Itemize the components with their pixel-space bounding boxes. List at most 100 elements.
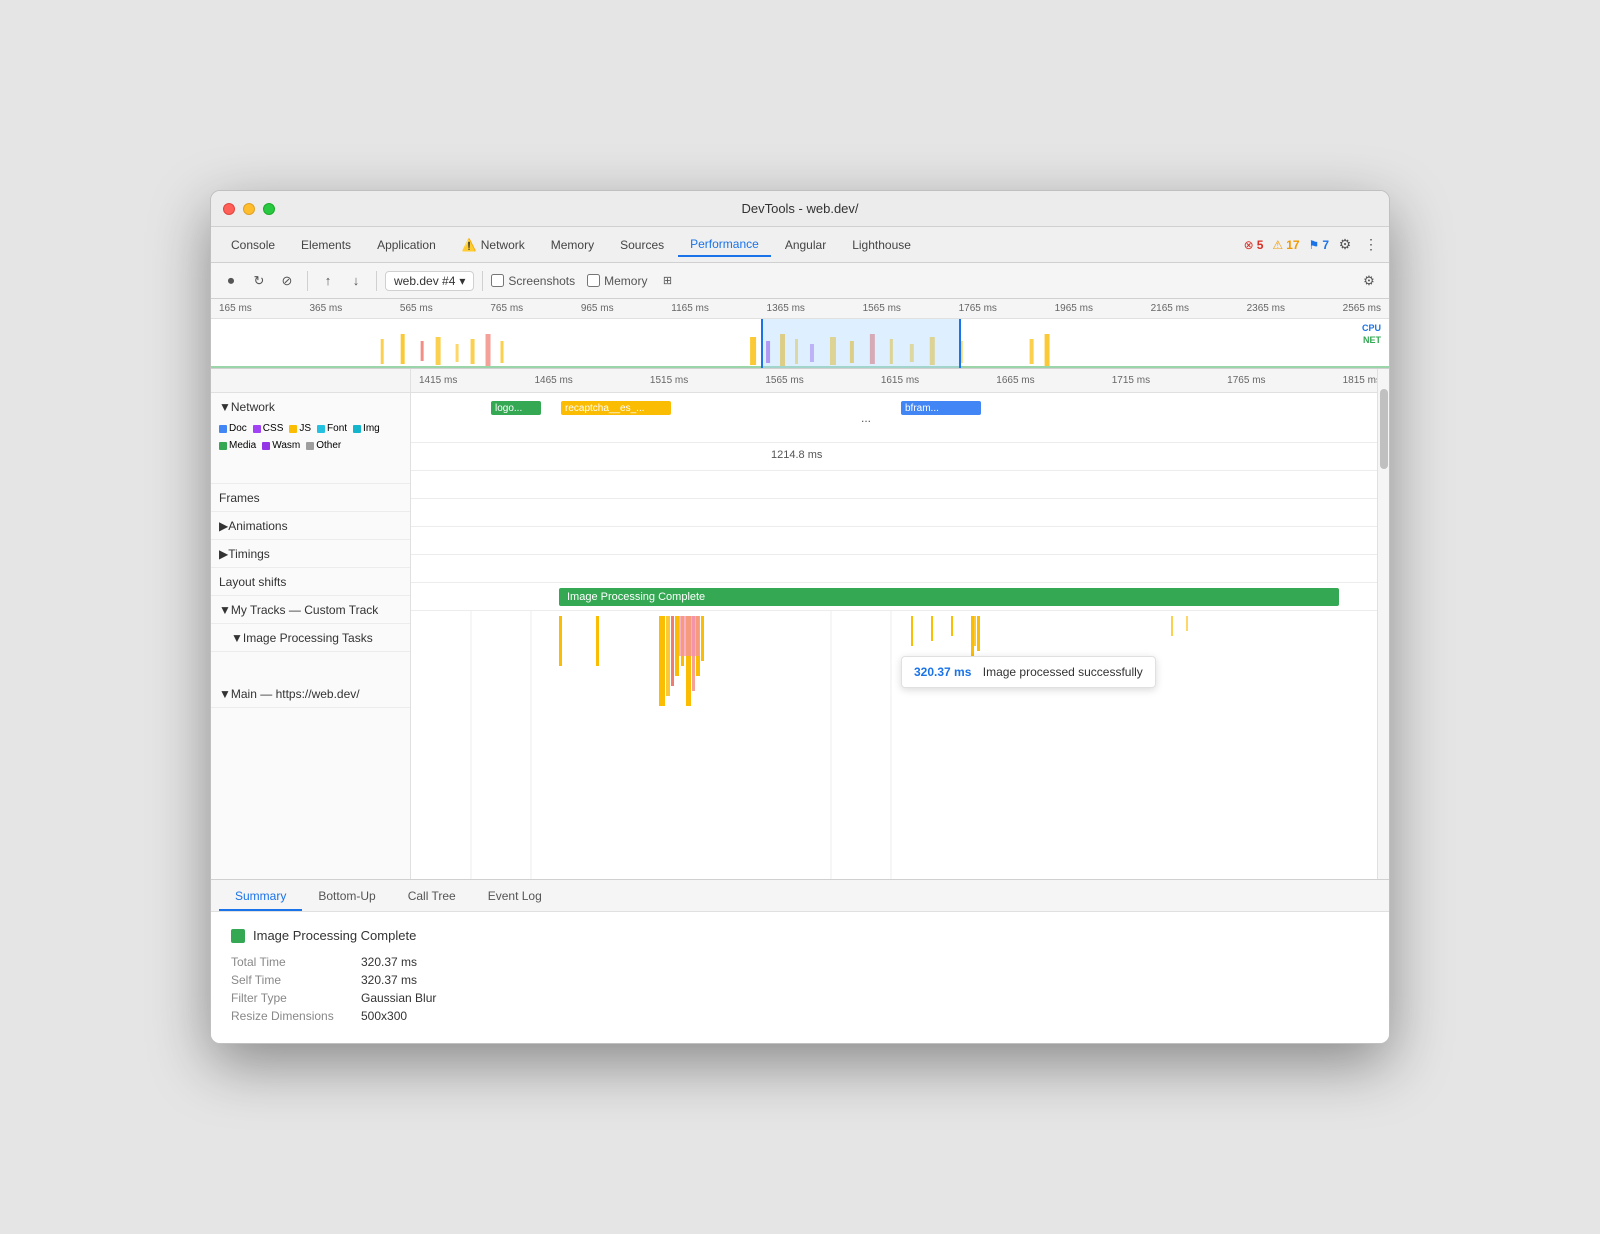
cpu-label: CPU xyxy=(1362,323,1381,333)
ruler-mark-1: 365 ms xyxy=(309,303,342,314)
font-dot xyxy=(317,425,325,433)
memory-checkbox-label[interactable]: Memory xyxy=(587,274,647,288)
ruler-mark-7: 1565 ms xyxy=(863,303,901,314)
profile-label: web.dev #4 xyxy=(394,274,455,288)
devtools-window: DevTools - web.dev/ Console Elements App… xyxy=(210,190,1390,1044)
tab-performance[interactable]: Performance xyxy=(678,233,771,257)
left-panel: ▼ Network Doc CSS JS xyxy=(211,369,411,879)
network-bars-row: logo... recaptcha__es_... bfram... ... xyxy=(411,393,1389,443)
close-button[interactable] xyxy=(223,203,235,215)
clear-button[interactable]: ⊘ xyxy=(275,269,299,293)
my-tracks-label: My Tracks — Custom Track xyxy=(231,603,378,617)
timings-timeline-row xyxy=(411,499,1389,527)
scrollbar[interactable] xyxy=(1377,369,1389,879)
image-processing-tasks-row[interactable]: ▼ Image Processing Tasks xyxy=(211,624,410,652)
css-label: CSS xyxy=(263,423,284,434)
network-expand-icon: ▼ xyxy=(219,400,231,414)
legend-media: Media xyxy=(219,440,256,451)
js-label: JS xyxy=(299,423,311,434)
toolbar-settings-icon[interactable]: ⚙ xyxy=(1357,269,1381,293)
img-proc-bar-spacer xyxy=(211,652,410,680)
resize-dimensions-value: 500x300 xyxy=(361,1009,407,1023)
tab-console[interactable]: Console xyxy=(219,234,287,256)
more-options-icon[interactable]: ⋮ xyxy=(1361,235,1381,255)
summary-color-indicator xyxy=(231,929,245,943)
legend-wasm: Wasm xyxy=(262,440,300,451)
maximize-button[interactable] xyxy=(263,203,275,215)
animations-row[interactable]: ▶ Animations xyxy=(211,512,410,540)
toolbar-divider-3 xyxy=(482,271,483,291)
memory-icon[interactable]: ⊞ xyxy=(655,269,679,293)
timeline-overview[interactable]: 165 ms 365 ms 565 ms 765 ms 965 ms 1165 … xyxy=(211,299,1389,369)
detail-mark-7: 1765 ms xyxy=(1227,375,1265,386)
tab-summary[interactable]: Summary xyxy=(219,883,302,911)
legend-font: Font xyxy=(317,423,347,434)
profile-selector[interactable]: web.dev #4 ▾ xyxy=(385,271,474,291)
upload-button[interactable]: ↑ xyxy=(316,269,340,293)
screenshots-label: Screenshots xyxy=(508,274,575,288)
doc-label: Doc xyxy=(229,423,247,434)
error-count: 5 xyxy=(1257,238,1264,252)
detail-mark-2: 1515 ms xyxy=(650,375,688,386)
record-button[interactable]: ⏺ xyxy=(219,269,243,293)
img-dot xyxy=(353,425,361,433)
main-row[interactable]: ▼ Main — https://web.dev/ xyxy=(211,680,410,708)
info-count: 7 xyxy=(1322,238,1329,252)
network-header[interactable]: ▼ Network xyxy=(211,393,410,421)
warning-count: 17 xyxy=(1286,238,1299,252)
tab-bar: Console Elements Application ⚠️ Network … xyxy=(211,227,1389,263)
tab-bottom-up[interactable]: Bottom-Up xyxy=(302,883,391,911)
overview-graph[interactable]: CPU NET xyxy=(211,319,1389,369)
right-panel: 1415 ms 1465 ms 1515 ms 1565 ms 1615 ms … xyxy=(411,369,1389,879)
reload-profile-button[interactable]: ↻ xyxy=(247,269,271,293)
image-processing-bar[interactable]: Image Processing Complete xyxy=(559,588,1339,606)
screenshots-checkbox-label[interactable]: Screenshots xyxy=(491,274,575,288)
network-legend: Doc CSS JS Font xyxy=(211,421,410,453)
error-badge: ⊗ 5 ⚠ 17 ⚑ 7 xyxy=(1244,238,1329,252)
download-button[interactable]: ↓ xyxy=(344,269,368,293)
tab-application[interactable]: Application xyxy=(365,234,448,256)
minimize-button[interactable] xyxy=(243,203,255,215)
ruler-mark-3: 765 ms xyxy=(490,303,523,314)
toolbar-divider-2 xyxy=(376,271,377,291)
net-bar-bframe-label: bfram... xyxy=(905,403,939,414)
tab-call-tree[interactable]: Call Tree xyxy=(392,883,472,911)
frames-value: 1214.8 ms xyxy=(771,449,822,461)
legend-other: Other xyxy=(306,440,341,451)
tab-network[interactable]: ⚠️ Network xyxy=(450,234,537,256)
frames-row[interactable]: Frames xyxy=(211,484,410,512)
detail-mark-4: 1615 ms xyxy=(881,375,919,386)
resize-dimensions-label: Resize Dimensions xyxy=(231,1009,361,1023)
screenshots-checkbox[interactable] xyxy=(491,274,504,287)
image-proc-tasks-timeline-row: Image Processing Complete xyxy=(411,583,1389,611)
tab-angular[interactable]: Angular xyxy=(773,234,838,256)
main-flame-chart[interactable]: 320.37 ms Image processed successfully xyxy=(411,611,1389,879)
doc-dot xyxy=(219,425,227,433)
window-title: DevTools - web.dev/ xyxy=(741,201,858,216)
my-tracks-expand-icon: ▼ xyxy=(219,603,231,617)
settings-gear-icon[interactable]: ⚙ xyxy=(1335,235,1355,255)
layout-shifts-row[interactable]: Layout shifts xyxy=(211,568,410,596)
net-bar-logo[interactable]: logo... xyxy=(491,401,541,415)
tab-sources[interactable]: Sources xyxy=(608,234,676,256)
total-time-label: Total Time xyxy=(231,955,361,969)
font-label: Font xyxy=(327,423,347,434)
my-tracks-row[interactable]: ▼ My Tracks — Custom Track xyxy=(211,596,410,624)
wasm-label: Wasm xyxy=(272,440,300,451)
tab-memory[interactable]: Memory xyxy=(539,234,606,256)
tab-elements[interactable]: Elements xyxy=(289,234,363,256)
overview-ruler: 165 ms 365 ms 565 ms 765 ms 965 ms 1165 … xyxy=(211,299,1389,319)
media-dot xyxy=(219,442,227,450)
image-proc-bar-label: Image Processing Complete xyxy=(567,591,705,603)
timings-expand-icon: ▶ xyxy=(219,547,228,561)
tab-lighthouse[interactable]: Lighthouse xyxy=(840,234,923,256)
selection-overlay[interactable] xyxy=(761,319,961,369)
warning-icon: ⚠️ xyxy=(462,238,477,252)
self-time-row: Self Time 320.37 ms xyxy=(231,973,1369,987)
tab-event-log[interactable]: Event Log xyxy=(472,883,558,911)
net-bar-bframe[interactable]: bfram... xyxy=(901,401,981,415)
net-bar-recaptcha[interactable]: recaptcha__es_... xyxy=(561,401,671,415)
scrollbar-thumb[interactable] xyxy=(1380,389,1388,469)
timings-row[interactable]: ▶ Timings xyxy=(211,540,410,568)
memory-checkbox[interactable] xyxy=(587,274,600,287)
